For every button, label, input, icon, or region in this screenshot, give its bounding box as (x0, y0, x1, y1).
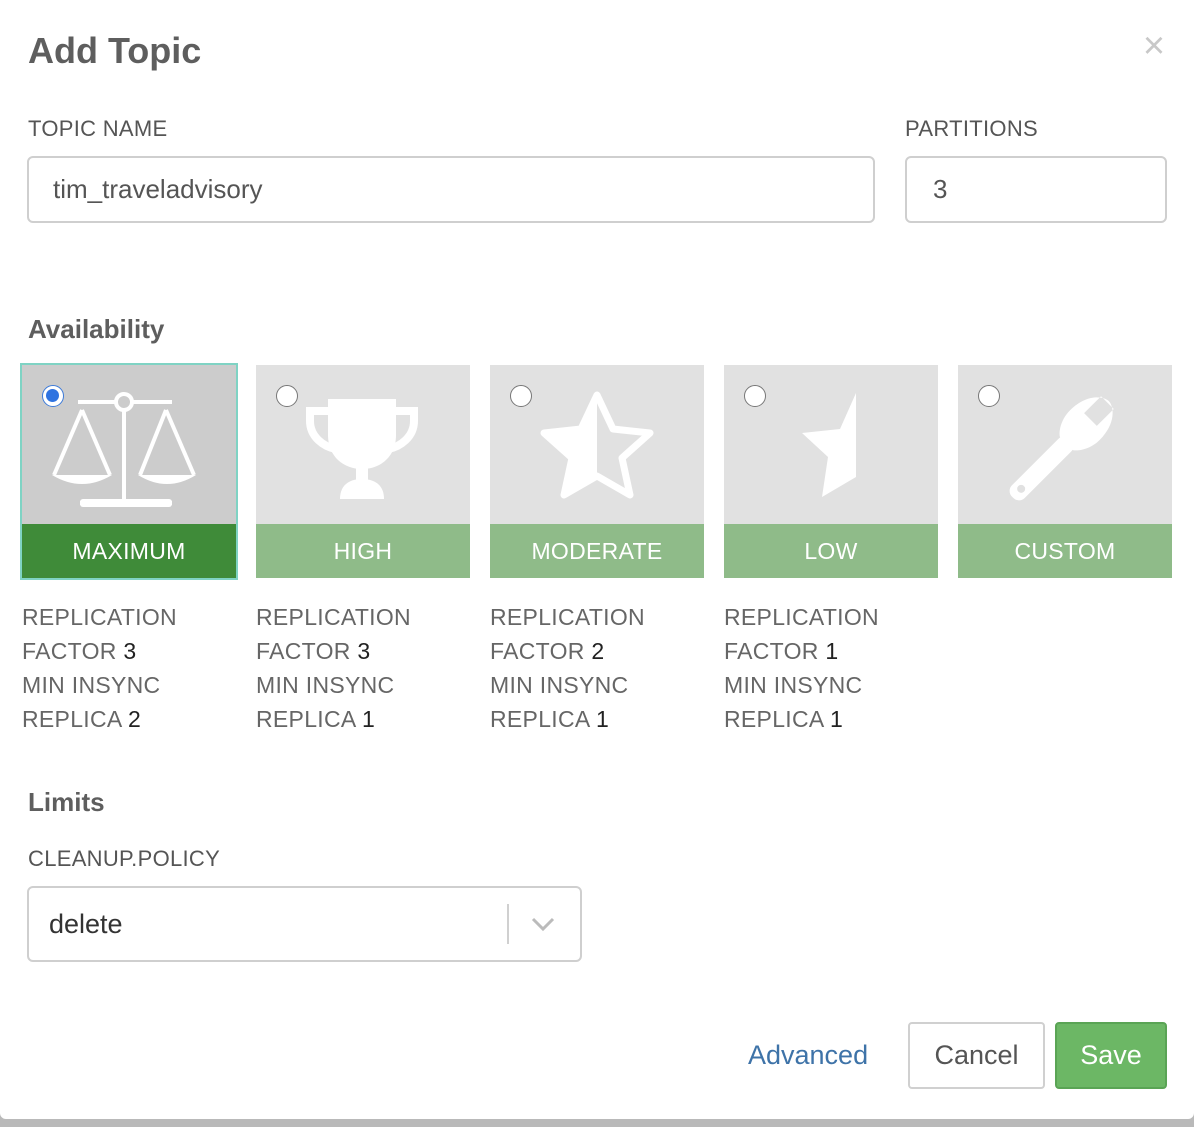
advanced-link[interactable]: Advanced (748, 1035, 868, 1075)
spec-maximum: REPLICATION FACTOR 3 MIN INSYNC REPLICA … (22, 604, 177, 732)
replication-factor-value: 3 (357, 638, 371, 664)
chevron-down-icon[interactable] (529, 912, 557, 936)
option-label: LOW (724, 524, 938, 578)
availability-heading: Availability (28, 314, 165, 344)
availability-option-high[interactable]: HIGH (256, 365, 470, 578)
option-label: HIGH (256, 524, 470, 578)
option-label: MAXIMUM (22, 524, 236, 578)
replication-factor-value: 2 (591, 638, 605, 664)
availability-option-maximum[interactable]: MAXIMUM (20, 363, 238, 580)
cleanup-policy-value: delete (49, 909, 123, 939)
min-insync-replica-value: 2 (127, 706, 142, 732)
spec-moderate: REPLICATION FACTOR 2 MIN INSYNC REPLICA … (490, 604, 645, 732)
save-button[interactable]: Save (1055, 1022, 1167, 1089)
option-label: CUSTOM (958, 524, 1172, 578)
availability-option-low[interactable]: LOW (724, 365, 938, 578)
min-insync-replica-value: 1 (595, 706, 610, 732)
radio-maximum[interactable] (42, 385, 64, 407)
limits-heading: Limits (28, 787, 105, 817)
radio-high[interactable] (276, 385, 298, 407)
add-topic-dialog: Add Topic × TOPIC NAME PARTITIONS Availa… (0, 0, 1194, 1119)
cleanup-policy-select[interactable]: delete (27, 886, 582, 962)
cancel-button[interactable]: Cancel (908, 1022, 1045, 1089)
partitions-label: PARTITIONS (905, 116, 1038, 141)
partitions-input[interactable] (905, 156, 1167, 223)
availability-option-custom[interactable]: CUSTOM (958, 365, 1172, 578)
topic-name-label: TOPIC NAME (28, 116, 168, 141)
replication-factor-value: 1 (825, 638, 839, 664)
radio-moderate[interactable] (510, 385, 532, 407)
dialog-title: Add Topic (28, 30, 202, 71)
spec-high: REPLICATION FACTOR 3 MIN INSYNC REPLICA … (256, 604, 411, 732)
cleanup-policy-label: CLEANUP.POLICY (28, 846, 221, 871)
radio-custom[interactable] (978, 385, 1000, 407)
availability-option-moderate[interactable]: MODERATE (490, 365, 704, 578)
select-divider (507, 904, 509, 944)
topic-name-input[interactable] (27, 156, 875, 223)
radio-low[interactable] (744, 385, 766, 407)
min-insync-replica-value: 1 (829, 706, 844, 732)
spec-low: REPLICATION FACTOR 1 MIN INSYNC REPLICA … (724, 604, 879, 732)
option-label: MODERATE (490, 524, 704, 578)
replication-factor-value: 3 (123, 638, 137, 664)
min-insync-replica-value: 1 (361, 706, 376, 732)
close-icon[interactable]: × (1138, 27, 1170, 65)
